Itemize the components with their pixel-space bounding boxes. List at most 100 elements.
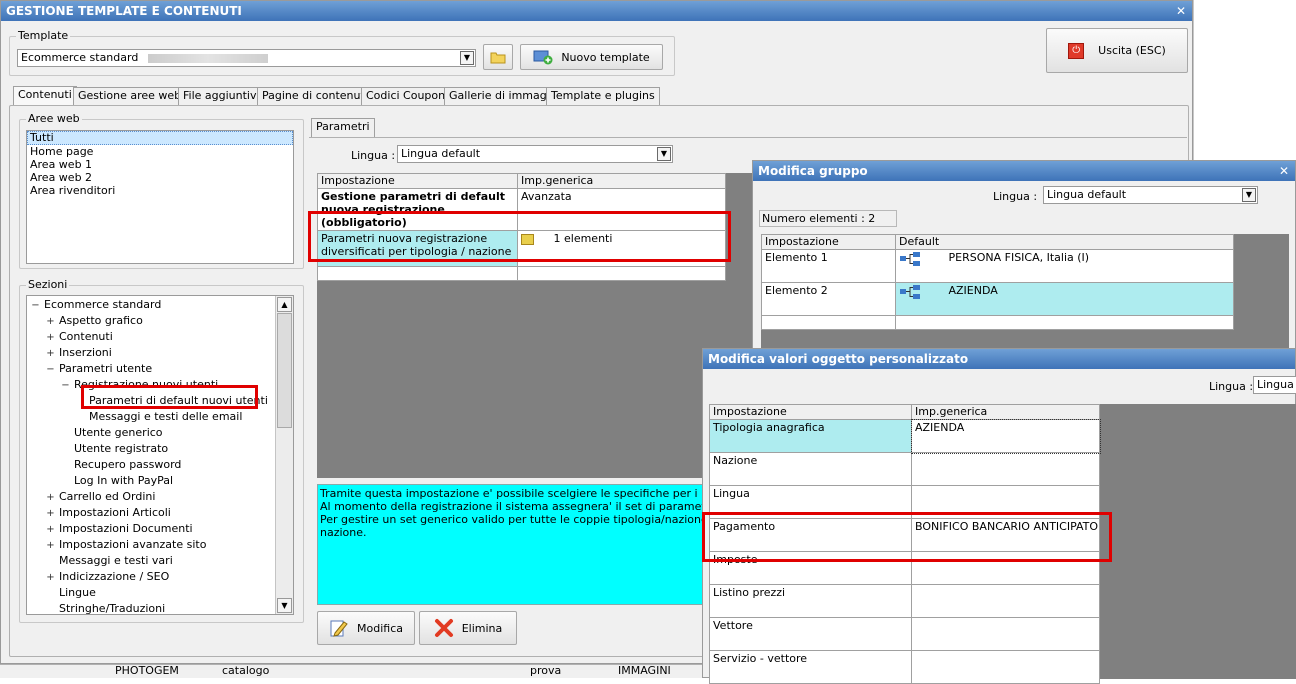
valori-row-name: Listino prezzi <box>709 584 912 618</box>
sezioni-tree[interactable]: − Ecommerce standard + Aspetto grafico + Cont… <box>26 295 294 615</box>
collapse-icon[interactable]: − <box>61 378 70 394</box>
status-item: catalogo <box>222 664 270 677</box>
valori-lingua-select[interactable]: Lingua d <box>1253 376 1296 394</box>
chevron-down-icon[interactable]: ▼ <box>657 147 671 161</box>
tree-item[interactable]: Messaggi e testi delle email <box>27 409 293 425</box>
table-row[interactable]: Elemento 1 PERSONA FISICA, Italia (I) <box>761 249 1234 283</box>
tab-template-e-plugins[interactable]: Template e plugins <box>546 87 660 105</box>
expand-icon[interactable]: + <box>46 570 55 586</box>
tree-item[interactable]: + Inserzioni <box>27 345 293 361</box>
tree-item[interactable]: + Aspetto grafico <box>27 313 293 329</box>
tab-gestione-aree-web[interactable]: Gestione aree web <box>73 87 187 105</box>
expand-icon[interactable]: + <box>46 538 55 554</box>
tree-item[interactable]: + Impostazioni avanzate sito <box>27 537 293 553</box>
chevron-down-icon[interactable]: ▼ <box>460 51 474 65</box>
table-row[interactable]: Nazione <box>709 452 1100 486</box>
valori-row-value[interactable]: AZIENDA <box>910 418 1101 454</box>
valori-row-value[interactable] <box>911 584 1100 618</box>
column-header: Impostazione <box>709 404 912 420</box>
tree-item[interactable]: + Indicizzazione / SEO <box>27 569 293 585</box>
scroll-up-icon[interactable]: ▲ <box>277 297 292 312</box>
list-item[interactable]: Tutti <box>27 131 293 145</box>
table-row <box>761 315 1234 330</box>
collapse-icon[interactable]: − <box>31 298 40 314</box>
expand-icon[interactable]: + <box>46 490 55 506</box>
gruppo-row-value[interactable]: AZIENDA <box>895 282 1234 316</box>
tab-pagine-di-contenuti[interactable]: Pagine di contenuti <box>257 87 373 105</box>
new-template-button[interactable]: Nuovo template <box>520 44 663 70</box>
modifica-button[interactable]: Modifica <box>317 611 415 645</box>
table-row[interactable]: Elemento 2 AZIENDA <box>761 282 1234 316</box>
tab-contenuti[interactable]: Contenuti <box>13 86 77 106</box>
aree-web-list[interactable]: Tutti Home page Area web 1 Area web 2 Ar… <box>26 130 294 264</box>
close-icon[interactable]: ✕ <box>1279 161 1289 181</box>
tree-item[interactable]: Utente registrato <box>27 441 293 457</box>
list-item[interactable]: Area web 2 <box>27 171 293 184</box>
open-folder-button[interactable] <box>483 44 513 70</box>
tree-item[interactable]: − Parametri utente <box>27 361 293 377</box>
highlight-box <box>81 385 258 409</box>
valori-lingua-label: Lingua : <box>1209 380 1254 393</box>
tab-parametri[interactable]: Parametri <box>311 118 375 138</box>
tree-item[interactable]: Stringhe/Traduzioni <box>27 601 293 614</box>
tree-item-label: Contenuti <box>59 330 113 343</box>
delete-icon <box>434 619 453 637</box>
tree-item[interactable]: − Ecommerce standard <box>27 297 293 313</box>
scroll-down-icon[interactable]: ▼ <box>277 598 292 613</box>
expand-icon[interactable]: + <box>46 346 55 362</box>
tree-item[interactable]: + Impostazioni Documenti <box>27 521 293 537</box>
power-icon: ⏻ <box>1068 42 1085 59</box>
list-item[interactable]: Area web 1 <box>27 158 293 171</box>
tree-item[interactable]: Messaggi e testi vari <box>27 553 293 569</box>
valori-row-value[interactable] <box>911 617 1100 651</box>
scroll-thumb[interactable] <box>277 313 292 428</box>
modifica-gruppo-window: Modifica gruppo ✕ Lingua : Lingua defaul… <box>752 160 1296 361</box>
tree-scrollbar[interactable]: ▲ ▼ <box>275 296 293 614</box>
expand-icon[interactable]: + <box>46 330 55 346</box>
tab-codici-coupon[interactable]: Codici Coupon <box>361 87 451 105</box>
tree-item[interactable]: + Impostazioni Articoli <box>27 505 293 521</box>
gruppo-row-name: Elemento 1 <box>761 249 896 283</box>
column-header: Impostazione <box>761 234 896 250</box>
tree-item[interactable]: Lingue <box>27 585 293 601</box>
collapse-icon[interactable]: − <box>46 362 55 378</box>
close-icon[interactable]: ✕ <box>1176 1 1186 21</box>
expand-icon[interactable]: + <box>46 506 55 522</box>
chevron-down-icon[interactable]: ▼ <box>1242 188 1256 202</box>
tree-item[interactable]: Log In with PayPal <box>27 473 293 489</box>
edit-icon <box>330 620 348 637</box>
tab-file-aggiuntivi[interactable]: File aggiuntivi <box>178 87 265 105</box>
highlight-box <box>308 211 731 262</box>
expand-icon[interactable]: + <box>46 522 55 538</box>
expand-icon[interactable]: + <box>46 314 55 330</box>
tree-item[interactable]: Utente generico <box>27 425 293 441</box>
lingua-select[interactable]: Lingua default ▼ <box>397 145 673 163</box>
list-item[interactable]: Home page <box>27 145 293 158</box>
background-strip <box>1193 0 1296 160</box>
template-select[interactable]: Ecommerce standard ▼ <box>17 49 476 67</box>
column-header: Imp.generica <box>517 173 726 189</box>
folder-icon <box>490 52 506 64</box>
column-header: Impostazione <box>317 173 518 189</box>
tree-item[interactable]: + Carrello ed Ordini <box>27 489 293 505</box>
table-row[interactable]: Servizio - vettore <box>709 650 1100 684</box>
tree-item[interactable]: + Contenuti <box>27 329 293 345</box>
gruppo-row-name: Elemento 2 <box>761 282 896 316</box>
gruppo-row-value[interactable]: PERSONA FISICA, Italia (I) <box>895 249 1234 283</box>
tree-item[interactable]: Recupero password <box>27 457 293 473</box>
tree-item-label: Ecommerce standard <box>44 298 162 311</box>
elimina-button[interactable]: Elimina <box>419 611 517 645</box>
tree-item-label: Messaggi e testi vari <box>59 554 173 567</box>
tree-structure-icon <box>900 252 920 266</box>
table-row[interactable]: Listino prezzi <box>709 584 1100 618</box>
table-row[interactable]: Vettore <box>709 617 1100 651</box>
gruppo-lingua-select[interactable]: Lingua default ▼ <box>1043 186 1258 204</box>
valori-row-value[interactable] <box>911 650 1100 684</box>
exit-button[interactable]: ⏻ Uscita (ESC) <box>1046 28 1188 73</box>
tree-item-label: Messaggi e testi delle email <box>89 410 243 423</box>
status-item: PHOTOGEM <box>115 664 179 677</box>
table-row[interactable]: Tipologia anagrafica AZIENDA <box>709 418 1101 454</box>
valori-row-value[interactable] <box>911 452 1100 486</box>
tree-item-label: Carrello ed Ordini <box>59 490 156 503</box>
list-item[interactable]: Area rivenditori <box>27 184 293 197</box>
